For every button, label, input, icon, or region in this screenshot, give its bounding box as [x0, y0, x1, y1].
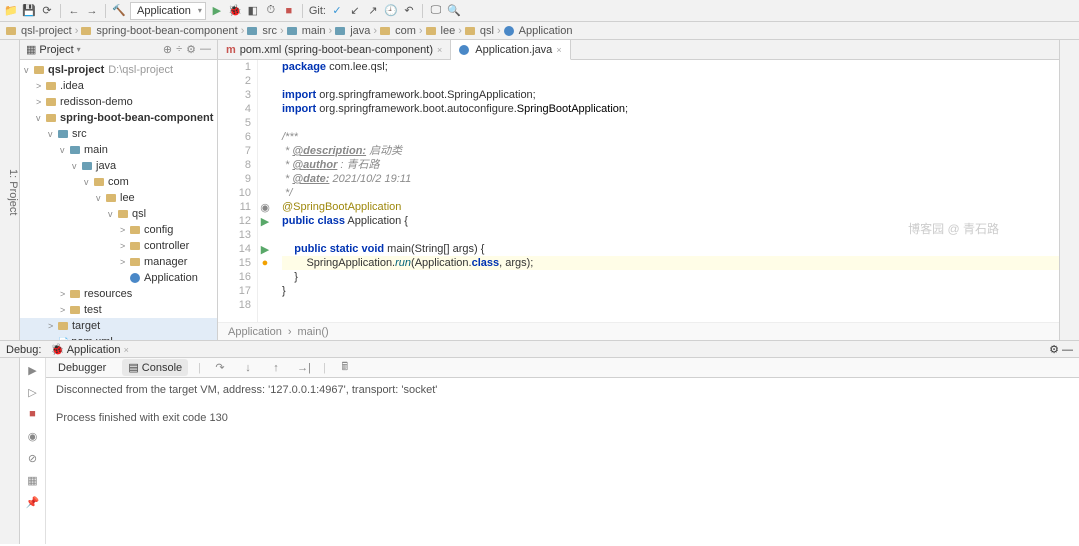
git-label: Git:	[309, 5, 326, 17]
stop-icon[interactable]: ■	[282, 4, 296, 18]
debug-panel: ▶ ▷ ■ ◉ ⊘ ▦ 📌 Debugger ▤ Console | ↷ ↓ ↑…	[0, 358, 1079, 544]
refresh-icon[interactable]: ⟳	[40, 4, 54, 18]
gear-icon[interactable]: ⚙	[1049, 344, 1059, 356]
layout-icon[interactable]: ▦	[24, 472, 42, 488]
gear-icon[interactable]: ⚙	[186, 43, 196, 56]
tree-item[interactable]: >test	[20, 302, 217, 318]
collapse-icon[interactable]: ÷	[176, 43, 182, 56]
line-numbers: 123456789101112131415161718	[218, 60, 258, 322]
bc-item[interactable]: main	[302, 25, 326, 37]
run-gutter-icon[interactable]: ▶	[258, 214, 272, 228]
git-rollback-icon[interactable]: ↶	[402, 4, 416, 18]
debug-title: Debug:	[6, 344, 41, 356]
build-icon[interactable]: 🔨	[112, 4, 126, 18]
right-tool-strip	[1059, 40, 1079, 340]
back-icon[interactable]: ←	[67, 4, 81, 18]
stop-icon[interactable]: ■	[24, 406, 42, 422]
evaluate-icon[interactable]: 🖩	[336, 360, 354, 376]
warning-gutter-icon[interactable]: ●	[258, 256, 272, 270]
tree-item[interactable]: >redisson-demo	[20, 94, 217, 110]
close-icon[interactable]: ×	[437, 45, 442, 55]
select-target-icon[interactable]: ⊕	[163, 43, 172, 56]
resume-icon[interactable]: ▷	[24, 384, 42, 400]
tab-pom[interactable]: mpom.xml (spring-boot-bean-component)×	[218, 40, 451, 59]
git-commit-icon[interactable]: ↙	[348, 4, 362, 18]
tree-item[interactable]: Application	[20, 270, 217, 286]
console-tab[interactable]: ▤ Console	[122, 359, 188, 376]
mute-breakpoints-icon[interactable]: ⊘	[24, 450, 42, 466]
tree-item[interactable]: >manager	[20, 254, 217, 270]
tree-item[interactable]: vlee	[20, 190, 217, 206]
step-out-icon[interactable]: ↑	[267, 360, 285, 376]
debug-side-buttons: ▶ ▷ ■ ◉ ⊘ ▦ 📌	[20, 358, 46, 544]
bc-item[interactable]: src	[262, 25, 277, 37]
project-tool-button[interactable]: 1: Project	[7, 169, 19, 215]
left-tool-strip: 1: Project 7: Structure	[0, 40, 20, 340]
run-config-combo[interactable]: Application	[130, 2, 206, 20]
bc-item[interactable]: qsl	[480, 25, 494, 37]
view-breakpoints-icon[interactable]: ◉	[24, 428, 42, 444]
search-icon[interactable]: 🔍	[447, 4, 461, 18]
profile-icon[interactable]: ⏱	[264, 4, 278, 18]
tree-item[interactable]: >.idea	[20, 78, 217, 94]
run-gutter-icon[interactable]: ▶	[258, 242, 272, 256]
bc-item[interactable]: spring-boot-bean-component	[96, 25, 237, 37]
debug-config-name[interactable]: Application	[67, 344, 121, 356]
tree-item[interactable]: >target	[20, 318, 217, 334]
tree-item[interactable]: >controller	[20, 238, 217, 254]
tree-root[interactable]: v qsl-project D:\qsl-project	[20, 62, 217, 78]
debug-icon[interactable]: 🐞	[228, 4, 242, 18]
bc-item[interactable]: Application	[519, 25, 573, 37]
git-history-icon[interactable]: 🕘	[384, 4, 398, 18]
step-over-icon[interactable]: ↷	[211, 360, 229, 376]
editor-area: mpom.xml (spring-boot-bean-component)× A…	[218, 40, 1059, 340]
save-icon[interactable]: 💾	[22, 4, 36, 18]
bc-item[interactable]: qsl-project	[21, 25, 72, 37]
tree-item[interactable]: 📄pom.xml	[20, 334, 217, 340]
project-panel: ▦Project▾ ⊕ ÷ ⚙ — v qsl-project D:\qsl-p…	[20, 40, 218, 340]
run-to-cursor-icon[interactable]: →|	[295, 360, 313, 376]
tree-item[interactable]: vcom	[20, 174, 217, 190]
class-gutter-icon[interactable]: ◉	[258, 200, 272, 214]
editor-breadcrumb: Application›main()	[218, 322, 1059, 340]
project-tree[interactable]: v qsl-project D:\qsl-project >.idea>redi…	[20, 60, 217, 340]
hide-icon[interactable]: —	[200, 43, 211, 56]
editor-tabs: mpom.xml (spring-boot-bean-component)× A…	[218, 40, 1059, 60]
pin-icon[interactable]: 📌	[24, 494, 42, 510]
close-icon[interactable]: ×	[556, 45, 561, 55]
tab-application[interactable]: Application.java×	[451, 40, 570, 60]
debugger-tab[interactable]: Debugger	[52, 360, 112, 376]
open-icon[interactable]: 📁	[4, 4, 18, 18]
tree-item[interactable]: vsrc	[20, 126, 217, 142]
step-into-icon[interactable]: ↓	[239, 360, 257, 376]
bc-item[interactable]: java	[350, 25, 370, 37]
rerun-icon[interactable]: ▶	[24, 362, 42, 378]
git-push-icon[interactable]: ↗	[366, 4, 380, 18]
tree-item[interactable]: >config	[20, 222, 217, 238]
main-toolbar: 📁 💾 ⟳ ← → 🔨 Application ▶ 🐞 ◧ ⏱ ■ Git: ✓…	[0, 0, 1079, 22]
tree-item[interactable]: >resources	[20, 286, 217, 302]
forward-icon[interactable]: →	[85, 4, 99, 18]
git-update-icon[interactable]: ✓	[330, 4, 344, 18]
project-panel-title: Project	[39, 44, 73, 56]
bc-item[interactable]: com	[395, 25, 416, 37]
code-content[interactable]: package com.lee.qsl; import org.springfr…	[272, 60, 1059, 322]
bc-item[interactable]: lee	[441, 25, 456, 37]
tree-item[interactable]: vjava	[20, 158, 217, 174]
debug-toolbar: Debug: 🐞 Application × ⚙ —	[0, 340, 1079, 358]
coverage-icon[interactable]: ◧	[246, 4, 260, 18]
code-editor[interactable]: 123456789101112131415161718 ◉ ▶ ▶ ● pack…	[218, 60, 1059, 322]
gutter-marks: ◉ ▶ ▶ ●	[258, 60, 272, 322]
tree-item[interactable]: vmain	[20, 142, 217, 158]
hide-icon[interactable]: —	[1062, 344, 1073, 356]
tree-item[interactable]: vspring-boot-bean-component	[20, 110, 217, 126]
breadcrumb: qsl-project› spring-boot-bean-component›…	[0, 22, 1079, 40]
run-icon[interactable]: ▶	[210, 4, 224, 18]
console-output[interactable]: Disconnected from the target VM, address…	[46, 378, 1079, 544]
ide-settings-icon[interactable]: 🖵	[429, 4, 443, 18]
tree-item[interactable]: vqsl	[20, 206, 217, 222]
